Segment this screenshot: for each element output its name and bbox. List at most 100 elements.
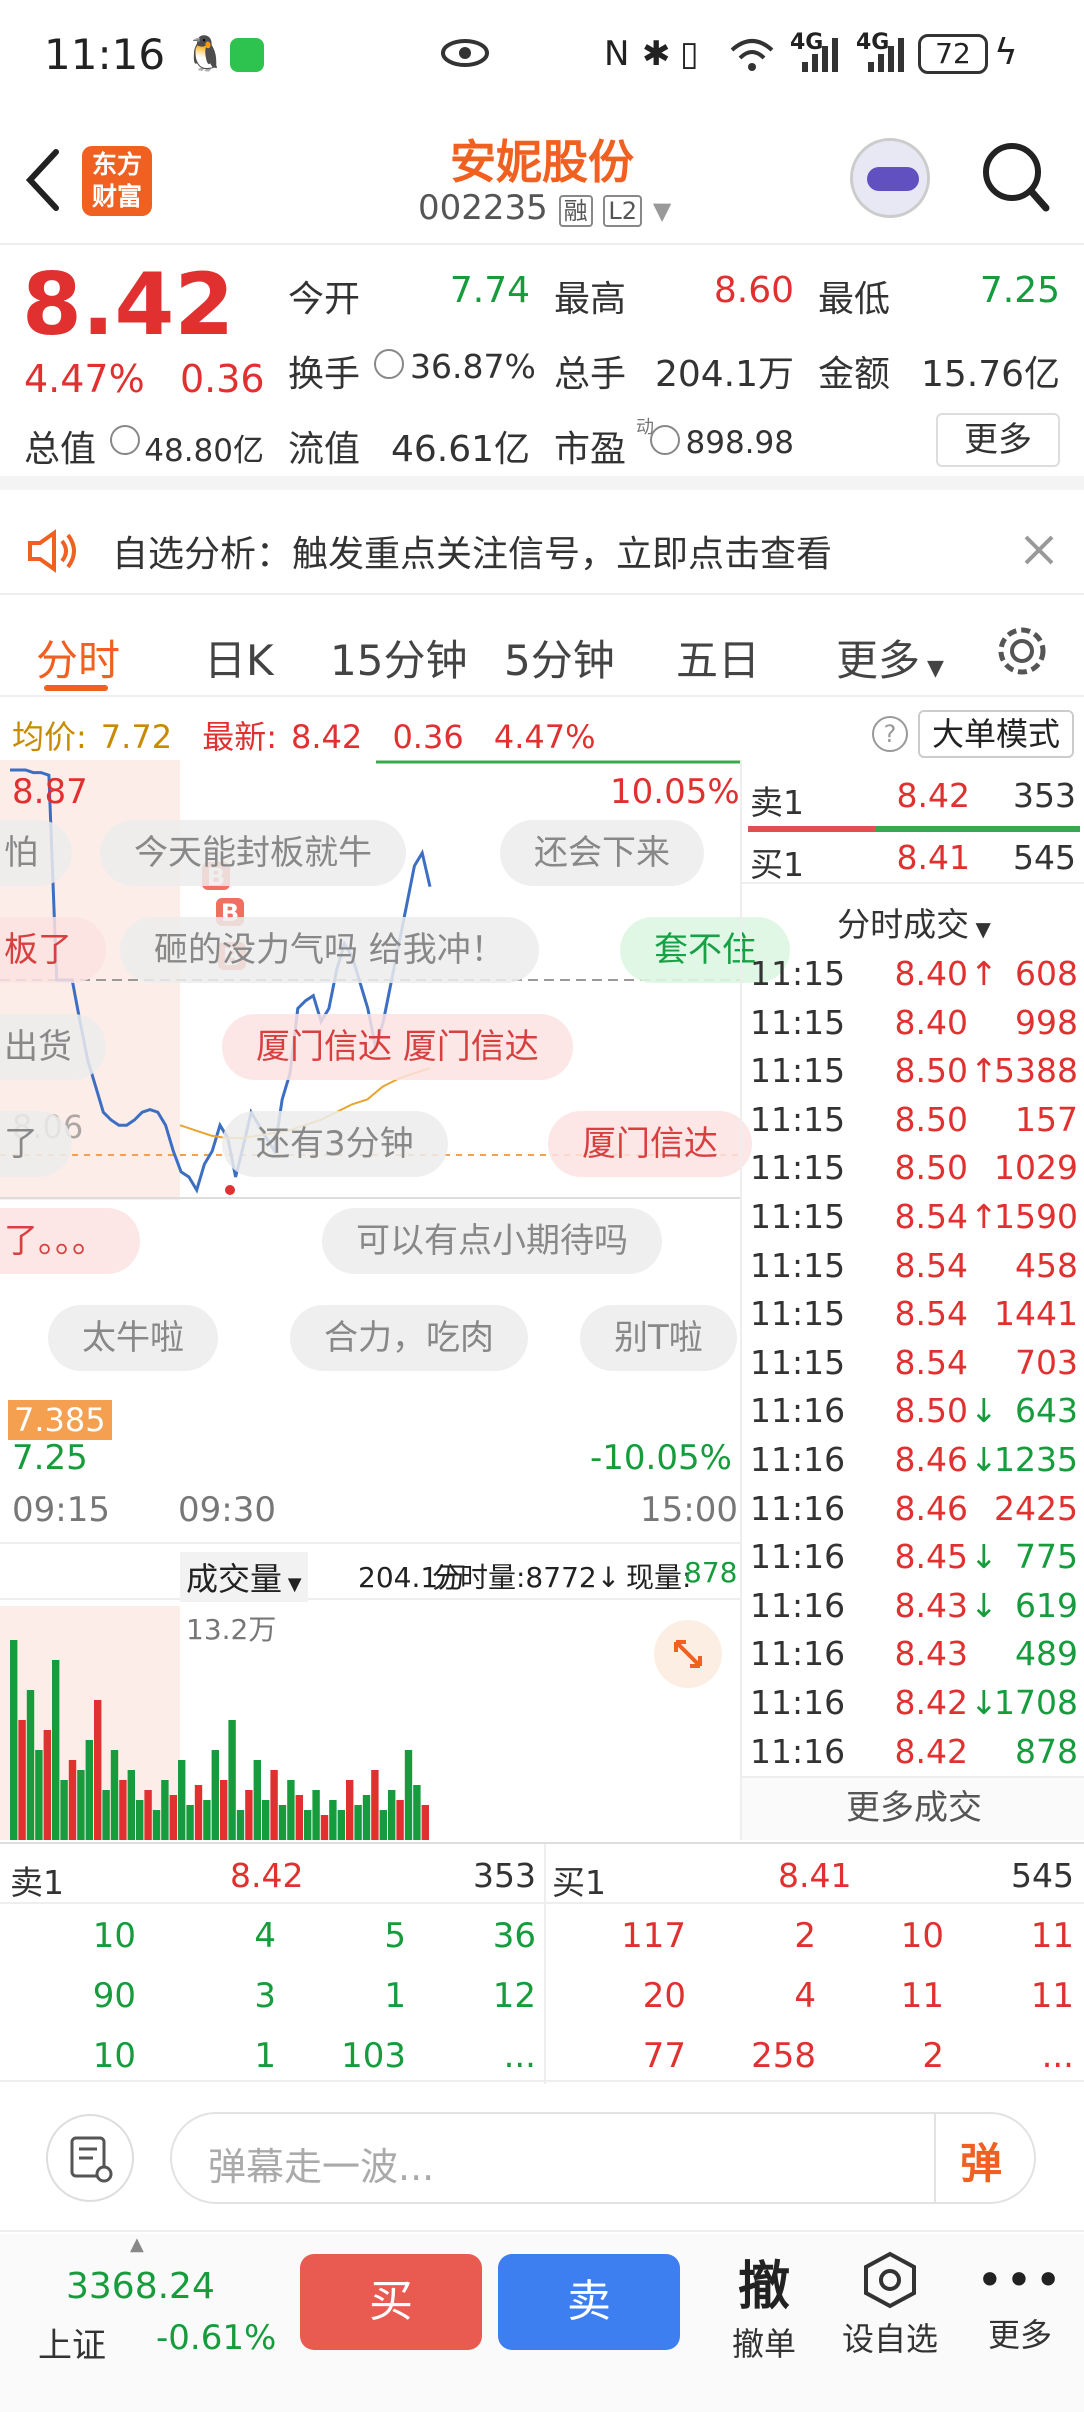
bottom-trade-bar: ▲ 3368.24 上证 -0.61% 买 卖 撤 撤单 设自选 ••• 更多 (0, 2234, 1084, 2412)
trade-time: 11:16 (750, 1391, 846, 1431)
pe-info-icon[interactable] (650, 425, 680, 455)
depth-sell-cell: 12 (492, 1976, 536, 2016)
volume-bar (312, 1790, 320, 1840)
index-value[interactable]: 3368.24 (66, 2266, 215, 2307)
watchlist-label: 设自选 (841, 2320, 938, 2358)
depth-sell-cell: 36 (492, 1916, 536, 1956)
trade-row: 11:16 8.43 489 (742, 1634, 1084, 1682)
float-cap-label: 流值 (288, 429, 361, 470)
stock-code: 002235 (418, 188, 548, 228)
trade-price: 8.43 (894, 1585, 968, 1625)
depth-sell-cell: 5 (384, 1916, 406, 1956)
analysis-alert-banner[interactable]: 自选分析：触发重点关注信号，立即点击查看 (0, 505, 1084, 595)
trades-title[interactable]: 分时成交 ▼ (742, 898, 1084, 946)
large-order-mode-button[interactable]: 大单模式 (918, 710, 1074, 758)
volume-bar (127, 1770, 135, 1840)
info-icon[interactable] (374, 349, 404, 379)
danmaku-input[interactable]: 弹幕走一波... 弹 (170, 2112, 1036, 2204)
volume-bar (43, 1730, 51, 1840)
volume-bar (186, 1805, 194, 1840)
stock-code-row[interactable]: 002235 融 L2 ▼ (418, 188, 671, 228)
price-high-label: 8.87 (12, 772, 88, 812)
volume-bar (136, 1800, 144, 1840)
top-buy-label: 买1 (750, 845, 804, 884)
depth-buy-cell: 2 (794, 1916, 816, 1956)
tab-5day[interactable]: 五日 (676, 627, 760, 688)
time-close-label: 15:00 (640, 1490, 738, 1530)
danmaku-bubble: 合力，吃肉 (290, 1305, 528, 1371)
danmaku-bubble: 怕 (0, 820, 72, 886)
more-trades-button[interactable]: 更多成交 (742, 1776, 1084, 1840)
depth-buy-cell: 10 (900, 1916, 944, 1956)
tab-5min[interactable]: 5分钟 (504, 627, 615, 688)
turnover-value: 36.87% (410, 347, 536, 386)
volume-bar (77, 1770, 85, 1840)
volume-bar (245, 1790, 253, 1840)
intraday-chart-area[interactable]: BBB 8.87 10.05% 8.06 7.385 7.25 -10.05% … (0, 700, 790, 1840)
volume-bar (102, 1790, 110, 1840)
add-watchlist-button[interactable]: 设自选 (832, 2250, 948, 2360)
volume-indicator-selector[interactable]: 成交量 ▼ (180, 1552, 308, 1602)
vibrate-icon: ▯ (680, 34, 699, 74)
danmaku-settings-icon[interactable] (46, 2114, 134, 2202)
sell-strength-bar (748, 826, 876, 832)
danmaku-send-button[interactable]: 弹 (960, 2130, 1002, 2191)
tab-more[interactable]: 更多 ▼ (836, 627, 944, 688)
help-icon[interactable]: ? (872, 716, 908, 752)
trade-time: 11:16 (750, 1585, 846, 1625)
current-price: 8.42 (22, 255, 235, 355)
chart-tabs: 分时 日K 15分钟 5分钟 五日 更多 ▼ (0, 597, 1084, 697)
trade-row: 11:15 8.50 157 (742, 1100, 1084, 1148)
trade-row: 11:15 8.40 ↑ 608 (742, 954, 1084, 1002)
trade-volume: 619 (1015, 1585, 1078, 1625)
more-actions-button[interactable]: ••• 更多 (972, 2250, 1068, 2356)
buy-button[interactable]: 买 (300, 2254, 482, 2350)
trade-volume: 1235 (994, 1440, 1078, 1479)
more-quote-button[interactable]: 更多 (936, 413, 1060, 467)
cancel-order-button[interactable]: 撤 撤单 (716, 2244, 812, 2365)
expand-icon[interactable] (654, 1620, 722, 1688)
volume-bar (421, 1805, 429, 1840)
trade-price: 8.43 (894, 1634, 968, 1674)
danmaku-input-divider (934, 2114, 936, 2202)
volume-dropdown-icon: ▼ (282, 1574, 302, 1595)
tab-daily-k[interactable]: 日K (204, 627, 274, 688)
trade-row: 11:16 8.45 ↓ 775 (742, 1537, 1084, 1585)
tab-intraday[interactable]: 分时 (36, 627, 120, 688)
amount-label: 金额 (818, 354, 891, 395)
settings-gear-icon[interactable] (994, 623, 1050, 679)
robot-assistant-avatar[interactable] (850, 138, 930, 218)
tab-15min[interactable]: 15分钟 (330, 627, 467, 688)
order-book-depth: 卖1 8.42 353 买1 8.41 545 10 4 5 36 90 3 1 12 10 1 1… (0, 1842, 1084, 2084)
trade-volume: 2425 (994, 1488, 1078, 1528)
volume-bar (295, 1795, 303, 1840)
volume-bar (10, 1640, 18, 1840)
volume-label: 成交量 (186, 1560, 283, 1598)
volume-chart[interactable] (0, 1606, 740, 1840)
depth-sell-cell: 3 (254, 1976, 276, 2016)
volume-bar (85, 1740, 93, 1840)
depth-buy-cell: ... (1041, 2036, 1074, 2076)
top-book: 卖1 8.42 353 买1 8.41 545 (742, 760, 1084, 884)
search-icon[interactable] (980, 140, 1050, 216)
time-start-label: 09:15 (12, 1490, 110, 1530)
trade-time: 11:16 (750, 1634, 846, 1674)
danmaku-bubble: 太牛啦 (48, 1305, 218, 1371)
trade-volume: 1708 (994, 1683, 1078, 1722)
volume-bar (178, 1760, 186, 1840)
volume-bar (220, 1780, 228, 1840)
sell-button[interactable]: 卖 (498, 2254, 680, 2350)
depth-buy-cell: 20 (642, 1976, 686, 2016)
hexagon-icon (864, 2251, 916, 2309)
market-cap-info-icon[interactable] (110, 425, 140, 455)
trade-volume: 775 (1015, 1537, 1078, 1577)
trade-row: 11:16 8.46 2425 (742, 1489, 1084, 1537)
depth-buy-cell: 117 (621, 1916, 686, 1956)
trade-row: 11:15 8.54 ↑ 1590 (742, 1197, 1084, 1245)
depth-buy-cell: 4 (794, 1976, 816, 2016)
volume-bar (354, 1805, 362, 1840)
close-icon[interactable] (1022, 533, 1056, 567)
index-expand-icon[interactable]: ▲ (130, 2234, 144, 2255)
depth-buy-cell: 11 (1030, 1976, 1074, 2016)
trade-volume: 458 (1015, 1245, 1078, 1285)
